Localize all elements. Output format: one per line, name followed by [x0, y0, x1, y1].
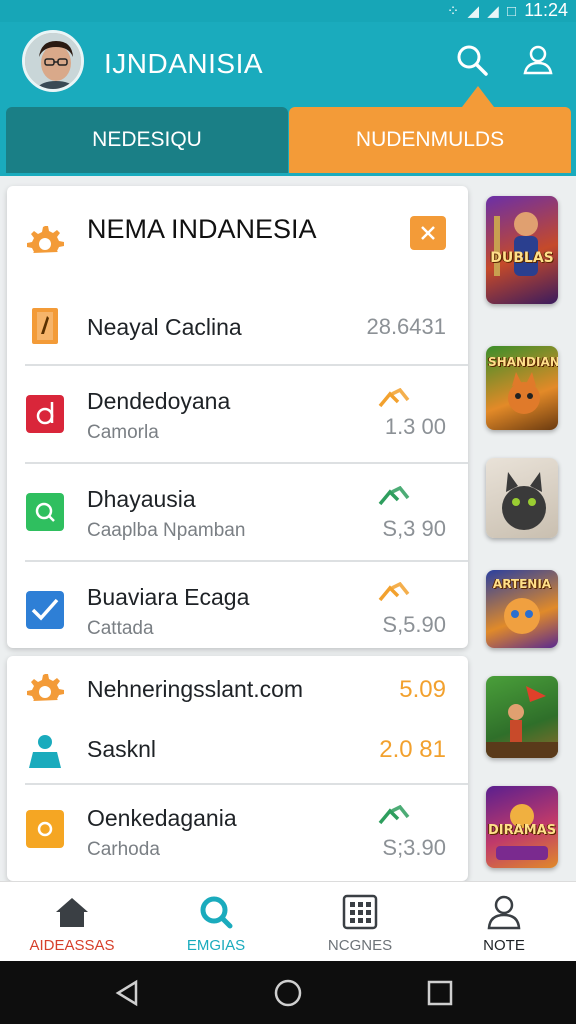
game-thumbnail[interactable]: DIRAMAS	[486, 786, 558, 868]
list-item[interactable]: Buaviara Ecaga Cattada S,5.90	[7, 562, 468, 648]
row-title: Dhayausia	[87, 486, 196, 512]
orange-circle-icon	[25, 809, 65, 849]
nav-label: EMGIAS	[186, 937, 246, 954]
bottom-nav: AIDEASSAS EMGIAS NCGNES NOTE	[0, 881, 576, 961]
search-icon	[200, 896, 233, 929]
gear-icon	[25, 668, 65, 708]
nav-item-home[interactable]: AIDEASSAS	[0, 882, 144, 962]
trend-up-icon	[378, 486, 410, 506]
nav-label: AIDEASSAS	[29, 937, 115, 954]
row-subtitle: Caaplba Npamban	[87, 520, 246, 541]
row-title: Oenkedagania	[87, 805, 237, 831]
close-icon[interactable]	[410, 216, 446, 250]
row-title: Nehneringsslant.com	[87, 676, 304, 702]
list-item[interactable]: Sasknl 2.0 81	[7, 716, 468, 782]
list-item[interactable]: Dendedoyana Camorla 1.3 00	[7, 366, 468, 462]
person-icon	[25, 730, 65, 770]
orange-tag-icon	[25, 306, 65, 346]
list-item[interactable]: Dhayausia Caaplba Npamban S,3 90	[7, 464, 468, 560]
red-d-icon	[25, 394, 65, 434]
row-subtitle: Camorla	[87, 422, 159, 443]
status-time: 11:24	[524, 0, 568, 20]
row-subtitle: Cattada	[87, 618, 154, 639]
back-icon[interactable]	[110, 975, 146, 1011]
list-item[interactable]: Nehneringsslant.com 5.09	[7, 656, 468, 716]
status-bar: ⁘ ◢ ◢ □ 11:24	[0, 0, 576, 22]
row-value: 1.3 00	[384, 414, 446, 439]
app-title: IJNDANISIA	[104, 48, 264, 79]
row-value: 2.0 81	[379, 736, 446, 763]
nav-label: NCGNES	[327, 937, 393, 954]
nav-item-note[interactable]: NOTE	[432, 882, 576, 962]
avatar[interactable]	[22, 30, 84, 92]
row-value: S,3 90	[382, 516, 446, 541]
row-title: Neayal Caclina	[87, 314, 242, 340]
card-title: NEMA INDANESIA	[87, 214, 317, 244]
game-title: ARTENIA	[492, 577, 552, 591]
user-icon	[487, 895, 521, 930]
game-thumbnail[interactable]	[486, 676, 558, 758]
green-search-icon	[25, 492, 65, 532]
system-nav-bar	[0, 961, 576, 1024]
row-title: Buaviara Ecaga	[87, 584, 250, 610]
recents-icon[interactable]	[422, 975, 458, 1011]
row-value: 5.09	[399, 676, 446, 703]
card-secondary: Nehneringsslant.com 5.09 Sasknl 2.0 81 O…	[7, 656, 468, 881]
user-profile-icon[interactable]	[518, 40, 558, 80]
row-title: Sasknl	[87, 736, 157, 762]
game-title: DIRAMAS	[488, 823, 557, 838]
nav-item-search[interactable]: EMGIAS	[144, 882, 288, 962]
game-title: DUBLAS	[490, 250, 554, 266]
game-thumbnail[interactable]: DUBLAS	[486, 196, 558, 304]
row-value: S;3.90	[382, 835, 446, 860]
list-item[interactable]: Neayal Caclina 28.6431	[7, 294, 468, 364]
home-circle-icon[interactable]	[270, 975, 306, 1011]
game-thumbnail[interactable]	[486, 458, 558, 538]
blue-check-icon	[25, 590, 65, 630]
grid-icon	[342, 894, 378, 930]
nav-item-grid[interactable]: NCGNES	[288, 882, 432, 962]
card-nema: NEMA INDANESIA Neayal Caclina 28.6431 De…	[7, 186, 468, 648]
trend-up-icon	[378, 388, 410, 408]
content-area: NEMA INDANESIA Neayal Caclina 28.6431 De…	[0, 176, 576, 881]
trend-up-icon	[378, 582, 410, 602]
list-item[interactable]: Oenkedagania Carhoda S;3.90	[7, 785, 468, 881]
game-thumbnail[interactable]: ARTENIA	[486, 570, 558, 648]
tab-left[interactable]: NEDESIQU	[6, 107, 288, 173]
row-title: Dendedoyana	[87, 388, 231, 414]
home-icon	[56, 898, 88, 927]
game-thumbnail[interactable]: SHANDIAN	[486, 346, 558, 430]
row-value: 28.6431	[366, 314, 446, 339]
row-subtitle: Carhoda	[87, 839, 160, 860]
row-value: S,5.90	[382, 612, 446, 637]
nav-label: NOTE	[483, 937, 525, 954]
tab-indicator	[462, 86, 494, 107]
gear-icon	[25, 220, 65, 260]
game-title: SHANDIAN	[488, 355, 558, 369]
tab-right-active[interactable]: NUDENMULDS	[289, 107, 571, 173]
status-icons: ⁘ ◢ ◢ □	[446, 3, 518, 20]
search-icon[interactable]	[452, 40, 492, 80]
trend-up-icon	[378, 805, 410, 825]
